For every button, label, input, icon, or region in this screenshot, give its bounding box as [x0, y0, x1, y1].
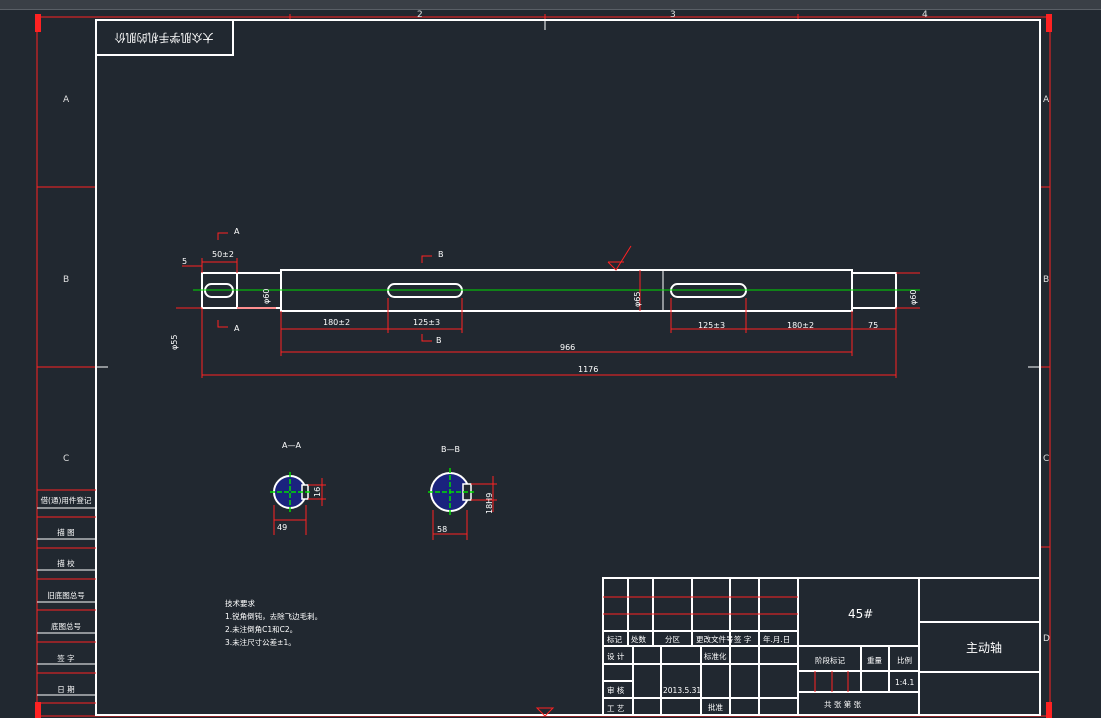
side-row-7: 日 期: [57, 685, 74, 694]
th-count: 处数: [631, 634, 646, 644]
section-b-bottom: B: [436, 336, 442, 345]
tb-sheets: 共 张 第 张: [824, 699, 862, 709]
section-aa-width: 49: [277, 523, 287, 532]
side-row-1: 借(通)用件登记: [41, 495, 92, 505]
material-value: 45#: [848, 607, 873, 621]
right-letter-b: B: [1043, 275, 1049, 285]
outer-frame: [35, 14, 1052, 718]
tb-review: 审 核: [607, 685, 625, 695]
cad-drawing-canvas[interactable]: 2 3 4 A B C A B C D 大众肌学手机的肌价 借(通)用件登记 描…: [0, 0, 1101, 718]
th-date: 年.月.日: [763, 634, 790, 644]
col-number-4: 4: [922, 10, 928, 20]
tb-stage-mark: 阶段标记: [815, 655, 845, 665]
side-row-6: 签 字: [57, 653, 74, 663]
tb-scale-label: 比例: [897, 655, 912, 665]
side-row-4: 旧底图总号: [47, 590, 85, 600]
tb-approve: 批准: [708, 702, 723, 712]
stamp-text: 大众肌学手机的肌价: [115, 31, 214, 45]
dim-966: 966: [560, 343, 575, 352]
tb-standardize: 标准化: [704, 651, 727, 661]
section-bb-key: 18H9: [485, 493, 494, 514]
row-letter-c: C: [63, 454, 69, 464]
th-zone: 分区: [665, 635, 680, 644]
notes-line-3: 3.未注尺寸公差±1。: [225, 637, 296, 647]
tb-date-value: 2013.5.31: [663, 686, 701, 695]
roughness-symbol: [607, 245, 632, 271]
dim-125-right: 125±3: [698, 321, 725, 330]
dim-phi55: φ55: [170, 335, 179, 350]
dim-1176: 1176: [578, 365, 598, 374]
col-number-2: 2: [417, 10, 423, 20]
dim-phi60-right: φ60: [909, 290, 918, 305]
right-letter-c: C: [1043, 454, 1049, 464]
th-marker: 标记: [607, 634, 622, 644]
dim-180-right: 180±2: [787, 321, 814, 330]
tb-weight: 重量: [867, 656, 882, 665]
dim-phi65: φ65: [633, 292, 642, 307]
section-bb-width: 58: [437, 525, 447, 534]
dim-phi60-left: φ60: [262, 289, 271, 304]
section-aa-key: 16: [313, 487, 322, 497]
row-letter-a: A: [63, 95, 70, 105]
section-aa-title: A—A: [282, 441, 301, 450]
th-sign: 签 字: [734, 634, 751, 644]
tb-design: 设 计: [607, 651, 625, 661]
section-a-top: A: [234, 227, 240, 236]
part-name: 主动轴: [966, 640, 1002, 655]
right-letter-a: A: [1043, 95, 1050, 105]
notes-line-2: 2.未注倒角C1和C2。: [225, 624, 297, 634]
drawing-border: [95, 19, 1041, 716]
tb-process: 工 艺: [607, 704, 624, 713]
section-b-top: B: [438, 250, 444, 259]
side-row-3: 描 校: [57, 558, 75, 568]
right-letter-d: D: [1043, 634, 1050, 644]
tb-scale-value: 1:4.1: [895, 678, 914, 687]
notes-title: 技术要求: [225, 598, 255, 608]
side-row-5: 底图总号: [51, 621, 81, 631]
section-bb-title: B—B: [441, 445, 460, 454]
dim-125-left: 125±3: [413, 318, 440, 327]
dim-180-left: 180±2: [323, 318, 350, 327]
row-letter-b: B: [63, 275, 69, 285]
dim-75: 75: [868, 321, 878, 330]
section-a-bottom: A: [234, 324, 240, 333]
th-change-doc: 更改文件号: [696, 634, 734, 644]
col-number-3: 3: [670, 10, 676, 20]
notes-line-1: 1.锐角倒钝，去除飞边毛刺。: [225, 611, 322, 621]
dim-50: 50±2: [212, 250, 234, 259]
side-row-2: 描 图: [57, 527, 74, 537]
dimension-lines: [176, 258, 920, 378]
shaft[interactable]: [193, 269, 920, 312]
dim-5: 5: [182, 257, 187, 266]
top-toolbar-strip: [0, 0, 1101, 9]
